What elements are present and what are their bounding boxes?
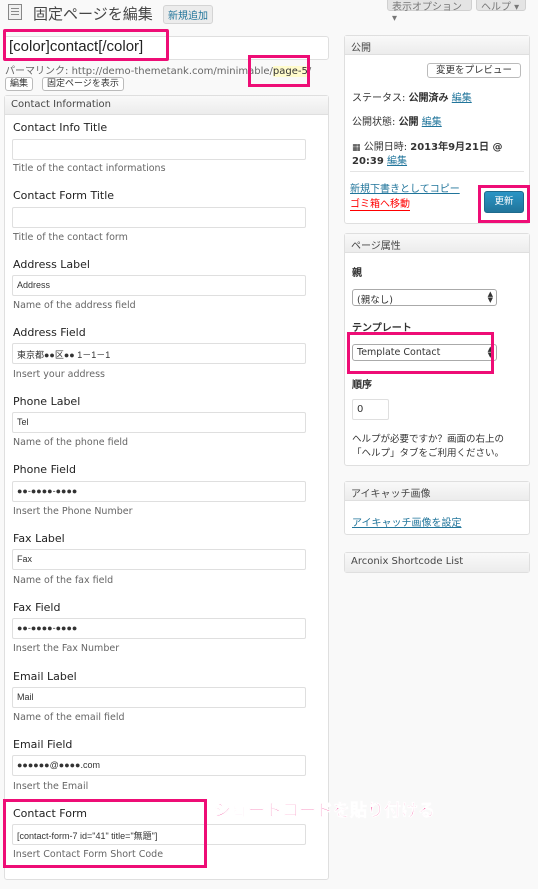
phone-field-input[interactable]: ●●-●●●●-●●●● — [12, 481, 306, 502]
address-field-desc: Insert your address — [13, 369, 105, 380]
contact-form-title-label: Contact Form Title — [13, 189, 115, 202]
address-field-label: Address Field — [13, 326, 86, 339]
phone-field-label: Phone Field — [13, 463, 76, 476]
email-field-label: Email Field — [13, 738, 73, 751]
fax-field-desc: Insert the Fax Number — [13, 643, 120, 654]
select-arrows-icon: ▲ ▼ — [487, 290, 493, 304]
fax-label-desc: Name of the fax field — [13, 575, 114, 586]
fax-label-label: Fax Label — [13, 532, 65, 545]
contact-information-title: Contact Information — [5, 96, 328, 115]
slug-highlight-box — [248, 55, 310, 87]
visibility-row: 公開状態: 公開 編集 — [352, 113, 442, 128]
add-new-button[interactable]: 新規追加 — [163, 5, 213, 24]
page-title: 固定ページを編集 — [33, 5, 153, 23]
view-page-button[interactable]: 固定ページを表示 — [42, 77, 124, 91]
fax-field-input[interactable]: ●●-●●●●-●●●● — [12, 618, 306, 639]
status-label: ステータス: — [352, 93, 406, 104]
arconix-shortcode-title: Arconix Shortcode List — [345, 553, 529, 572]
phone-label-label: Phone Label — [13, 395, 81, 408]
address-label-label: Address Label — [13, 258, 90, 271]
phone-label-desc: Name of the phone field — [13, 437, 129, 448]
parent-select[interactable]: (親なし) ▲ ▼ — [352, 289, 497, 306]
email-field-desc: Insert the Email — [13, 781, 89, 792]
publish-time-row: 20:39 編集 — [352, 152, 407, 167]
update-highlight-box — [478, 185, 530, 223]
screen-options-tab[interactable]: 表示オプション ▾ — [387, 0, 472, 24]
copy-to-draft-link[interactable]: 新規下書きとしてコピー — [350, 180, 460, 195]
parent-select-value: (親なし) — [357, 295, 393, 306]
phone-label-input[interactable]: Tel — [12, 412, 306, 433]
contact-info-title-label: Contact Info Title — [13, 121, 108, 134]
fax-field-label: Fax Field — [13, 601, 61, 614]
publish-box-title: 公開 — [345, 36, 529, 55]
email-field-input[interactable]: ●●●●●●@●●●●.com — [12, 755, 306, 776]
set-featured-image-link[interactable]: アイキャッチ画像を設定 — [352, 514, 462, 529]
help-text-line2: 「ヘルプ」タブをご利用ください。 — [352, 448, 505, 459]
permalink-base: http://demo-themetank.com/minimable/ — [71, 66, 273, 77]
status-edit-link[interactable]: 編集 — [452, 93, 472, 104]
preview-changes-button[interactable]: 変更をプレビュー — [427, 63, 521, 78]
contact-form-title-desc: Title of the contact form — [13, 232, 128, 243]
publish-date-row: ▦ 公開日時: 2013年9月21日 @ — [352, 138, 502, 153]
order-label: 順序 — [352, 380, 372, 391]
publish-time-value: 20:39 — [352, 156, 384, 167]
shortcode-highlight-box — [3, 799, 207, 868]
move-to-trash-link[interactable]: ゴミ箱へ移動 — [350, 195, 410, 211]
address-label-desc: Name of the address field — [13, 300, 136, 311]
visibility-label: 公開状態: — [352, 117, 396, 128]
template-highlight-box — [347, 332, 494, 374]
order-input[interactable]: 0 — [352, 399, 389, 420]
fax-label-input[interactable]: Fax — [12, 549, 306, 570]
page-header: 固定ページを編集 新規追加 表示オプション ▾ ヘルプ ▾ — [0, 0, 538, 28]
status-value: 公開済み — [408, 93, 449, 104]
featured-image-title: アイキャッチ画像 — [345, 482, 529, 501]
visibility-edit-link[interactable]: 編集 — [422, 117, 442, 128]
contact-info-title-desc: Title of the contact informations — [13, 163, 166, 174]
page-icon — [8, 4, 22, 20]
edit-permalink-button[interactable]: 編集 — [5, 77, 34, 91]
title-highlight-box — [3, 29, 169, 61]
shortcode-callout: ショートコードを貼り付ける — [214, 801, 436, 822]
publish-divider — [350, 171, 524, 172]
help-text-line1: ヘルプが必要ですか？画面の右上の — [352, 434, 505, 445]
address-label-input[interactable]: Address — [12, 275, 306, 296]
contact-form-title-input[interactable] — [12, 207, 306, 228]
arconix-shortcode-box[interactable]: Arconix Shortcode List — [344, 552, 530, 573]
help-tab[interactable]: ヘルプ ▾ — [476, 0, 526, 13]
parent-label: 親 — [352, 268, 362, 279]
address-field-input[interactable]: 東京都●●区●● 1－1－1 — [12, 343, 306, 364]
permalink-label: パーマリンク: — [5, 66, 69, 77]
phone-field-desc: Insert the Phone Number — [13, 506, 133, 517]
email-label-label: Email Label — [13, 670, 77, 683]
visibility-value: 公開 — [398, 117, 419, 128]
contact-info-title-input[interactable] — [12, 139, 306, 160]
email-label-desc: Name of the email field — [13, 712, 125, 723]
publish-date-value: 2013年9月21日 @ — [410, 142, 503, 153]
email-label-input[interactable]: Mail — [12, 687, 306, 708]
date-edit-link[interactable]: 編集 — [387, 156, 407, 167]
page-attributes-title: ページ属性 — [345, 234, 529, 253]
status-row: ステータス: 公開済み 編集 — [352, 89, 472, 104]
